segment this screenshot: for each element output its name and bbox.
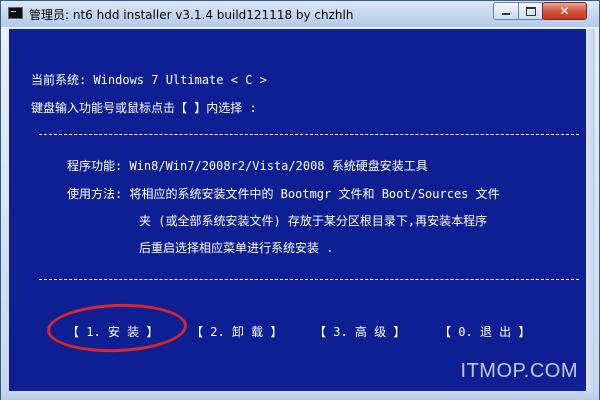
separator-top xyxy=(39,134,579,135)
close-icon: ✕ xyxy=(559,4,570,18)
usage-text-line-3: 后重启选择相应菜单进行系统安装 . xyxy=(139,241,334,255)
watermark-text: ITMOP.COM xyxy=(460,360,578,382)
app-window: 管理员: nt6 hdd installer v3.1.4 build12111… xyxy=(0,0,600,400)
minimize-icon xyxy=(502,13,510,15)
usage-text-line-2: 夹 (或全部系统安装文件) 存放于某分区根目录下,再安装本程序 xyxy=(139,214,488,228)
title-bar[interactable]: 管理员: nt6 hdd installer v3.1.4 build12111… xyxy=(1,1,599,27)
selection-prompt: 键盘输入功能号或鼠标点击【 】内选择 : xyxy=(31,101,257,115)
menu-uninstall-button[interactable]: 【 2. 卸 载 】 xyxy=(191,323,282,340)
menu-advanced-button[interactable]: 【 3. 高 级 】 xyxy=(314,323,405,340)
menu-exit-button[interactable]: 【 0. 退 出 】 xyxy=(439,323,530,340)
minimize-button[interactable] xyxy=(493,2,519,20)
window-title: 管理员: nt6 hdd installer v3.1.4 build12111… xyxy=(29,8,354,22)
console-icon xyxy=(8,7,23,19)
program-function-text: 程序功能: Win8/Win7/2008r2/Vista/2008 系统硬盘安装… xyxy=(67,159,428,173)
current-system-text: 当前系统: Windows 7 Ultimate < C > xyxy=(31,73,267,87)
console-area: 当前系统: Windows 7 Ultimate < C > 键盘输入功能号或鼠… xyxy=(9,29,586,391)
right-frame xyxy=(586,29,595,391)
maximize-icon xyxy=(525,6,536,16)
separator-bottom xyxy=(39,279,579,280)
maximize-button[interactable] xyxy=(518,2,543,20)
highlight-circle xyxy=(46,301,188,355)
close-button[interactable]: ✕ xyxy=(542,2,587,20)
bottom-frame xyxy=(1,391,599,400)
usage-text-line-1: 使用方法: 将相应的系统安装文件中的 Bootmgr 文件和 Boot/Sour… xyxy=(67,187,500,201)
